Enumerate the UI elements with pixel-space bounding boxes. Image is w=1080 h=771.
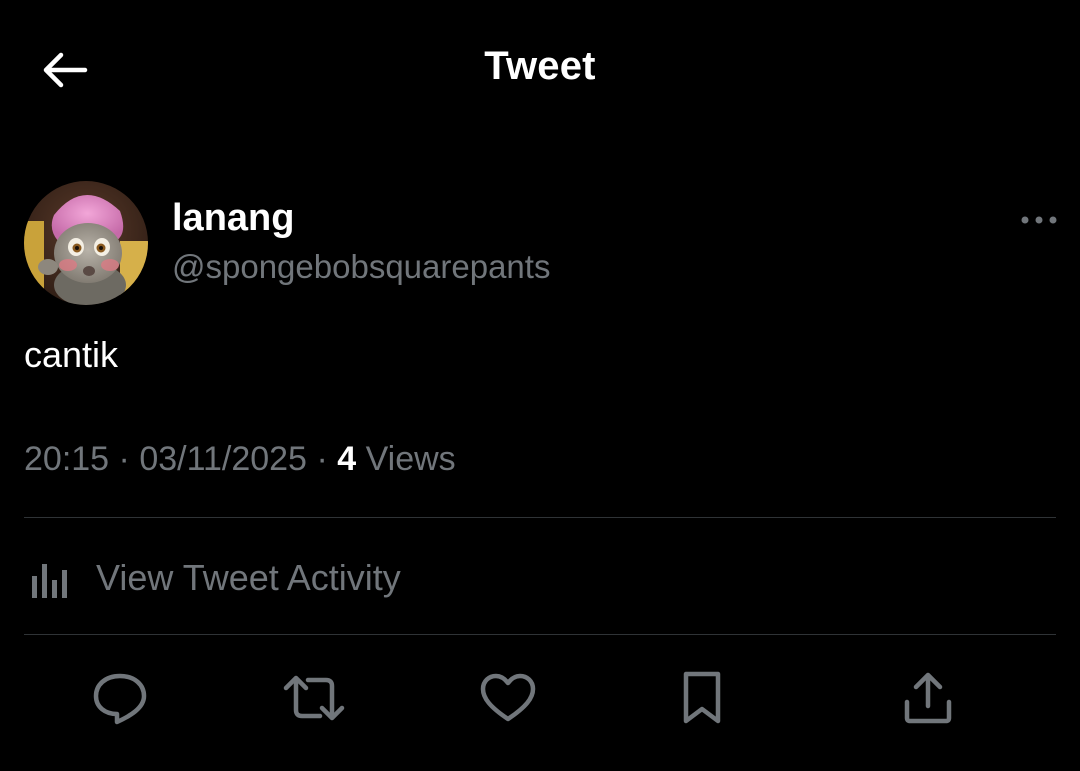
more-horizontal-icon	[1019, 214, 1059, 226]
heart-icon	[478, 671, 538, 725]
retweet-button[interactable]	[280, 664, 348, 732]
tweet-date[interactable]: 03/11/2025	[139, 440, 307, 478]
share-icon	[901, 670, 955, 726]
tweet-meta: 20:15 · 03/11/2025 · 4 Views	[24, 440, 456, 479]
top-bar: Tweet	[0, 0, 1080, 140]
divider	[24, 634, 1056, 635]
author-handle[interactable]: @spongebobsquarepants	[172, 248, 550, 286]
more-options-button[interactable]	[1014, 203, 1064, 237]
divider	[24, 517, 1056, 518]
views-count: 4	[337, 440, 357, 478]
meta-separator: ·	[118, 440, 140, 478]
bookmark-icon	[678, 669, 726, 727]
tweet-text: cantik	[24, 334, 119, 375]
retweet-icon	[280, 672, 348, 724]
bar-chart-icon	[24, 554, 76, 602]
tweet-time[interactable]: 20:15	[24, 440, 109, 478]
author-display-name[interactable]: lanang	[172, 197, 294, 240]
bookmark-button[interactable]	[668, 664, 736, 732]
views-label: Views	[365, 440, 456, 478]
activity-label: View Tweet Activity	[96, 557, 401, 598]
view-tweet-activity-link[interactable]: View Tweet Activity	[24, 540, 401, 616]
comment-icon	[90, 670, 150, 726]
reply-button[interactable]	[86, 664, 154, 732]
avatar[interactable]	[24, 181, 148, 305]
page-title: Tweet	[484, 44, 596, 88]
share-button[interactable]	[894, 664, 962, 732]
meta-separator: ·	[316, 440, 338, 478]
like-button[interactable]	[474, 664, 542, 732]
